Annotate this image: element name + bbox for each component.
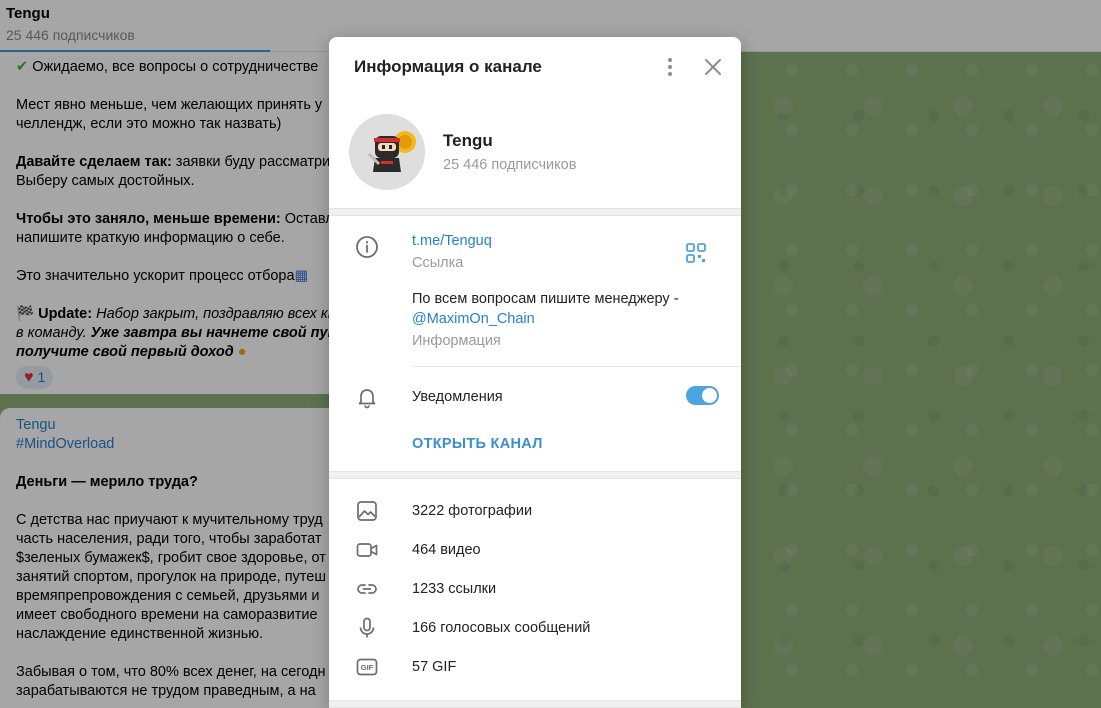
section-divider <box>329 471 741 479</box>
media-count-label: 464 видео <box>412 542 481 558</box>
media-row-voice[interactable]: 166 голосовых сообщений <box>329 609 741 648</box>
svg-text:GIF: GIF <box>361 663 374 672</box>
photo-icon <box>357 501 377 521</box>
media-count-label: 57 GIF <box>412 659 457 675</box>
more-options-icon[interactable] <box>659 55 681 79</box>
media-count-label: 1233 ссылки <box>412 581 497 597</box>
link-caption: Ссылка <box>412 255 464 271</box>
media-count-label: 3222 фотографии <box>412 503 533 519</box>
notifications-label: Уведомления <box>412 389 503 405</box>
media-count-label: 166 голосовых сообщений <box>412 620 591 636</box>
section-divider <box>329 208 741 216</box>
channel-link[interactable]: t.me/Tenguq <box>412 233 492 249</box>
notifications-toggle[interactable] <box>686 386 719 405</box>
bell-icon <box>358 389 376 409</box>
channel-name: Tengu <box>443 131 493 150</box>
video-icon <box>356 543 378 557</box>
dialog-title: Информация о канале <box>354 57 542 76</box>
media-row-photos[interactable]: 3222 фотографии <box>329 492 741 531</box>
microphone-icon <box>359 617 375 638</box>
gif-icon: GIF <box>356 658 378 676</box>
row-divider <box>412 366 741 367</box>
channel-info-dialog: Информация о канале Tengu 25 446 подписч… <box>329 37 741 708</box>
open-channel-button[interactable]: ОТКРЫТЬ КАНАЛ <box>412 436 543 452</box>
channel-subscriber-count: 25 446 подписчиков <box>443 157 577 173</box>
close-icon[interactable] <box>701 55 725 79</box>
media-row-links[interactable]: 1233 ссылки <box>329 570 741 609</box>
manager-mention-link[interactable]: @MaximOn_Chain <box>412 311 535 327</box>
channel-description: По всем вопросам пишите менеджеру - <box>412 291 679 307</box>
section-divider <box>329 700 741 708</box>
qr-code-icon[interactable] <box>685 242 707 264</box>
info-icon <box>356 236 378 258</box>
description-caption: Информация <box>412 333 501 349</box>
link-icon <box>357 584 377 594</box>
media-row-gifs[interactable]: GIF 57 GIF <box>329 648 741 687</box>
media-row-videos[interactable]: 464 видео <box>329 531 741 570</box>
channel-avatar[interactable] <box>349 114 425 190</box>
